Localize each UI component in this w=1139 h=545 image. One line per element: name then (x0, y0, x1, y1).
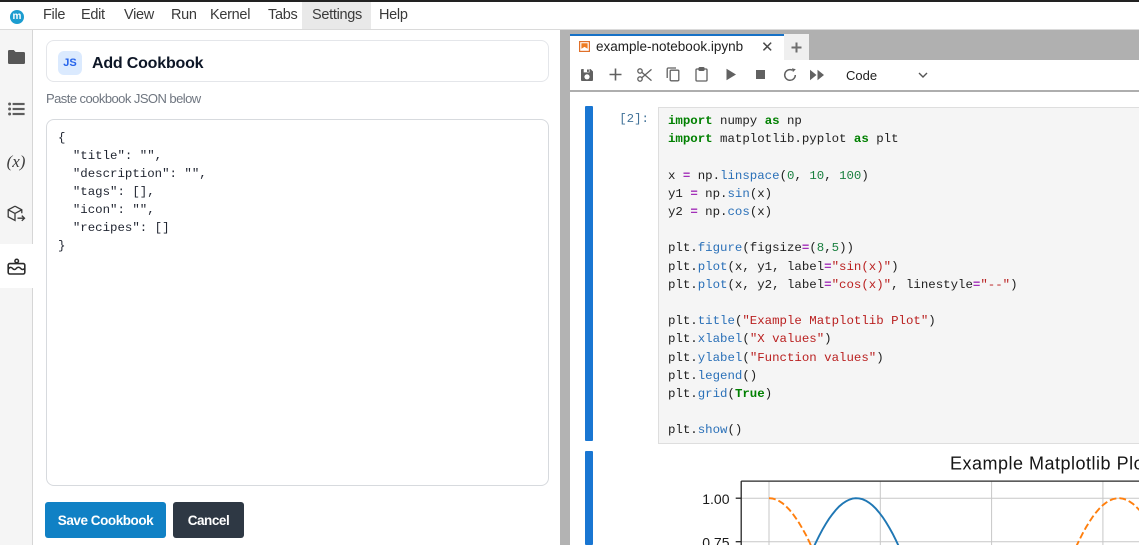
svg-text:1.00: 1.00 (702, 491, 729, 507)
svg-text:Example Matplotlib Plot: Example Matplotlib Plot (950, 454, 1139, 474)
svg-text:0.75: 0.75 (702, 535, 729, 545)
